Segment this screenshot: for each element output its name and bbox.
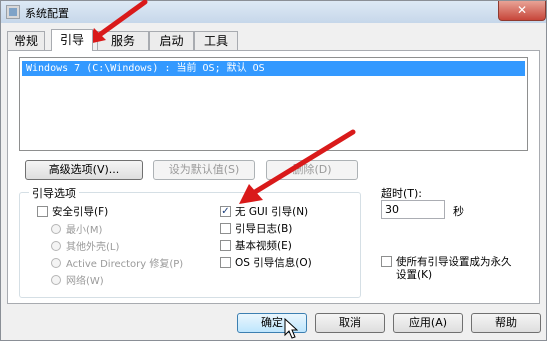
make-permanent-label-line1: 使所有引导设置成为永久 (396, 256, 512, 268)
close-icon: ✕ (516, 3, 528, 17)
tab-general[interactable]: 常规 (7, 31, 45, 50)
tab-services[interactable]: 服务 (97, 31, 149, 50)
checkbox-box (220, 222, 231, 234)
set-default-button[interactable]: 设为默认值(S) (153, 160, 255, 180)
radio-network-label: 网络(W) (66, 276, 104, 287)
boot-options-title: 引导选项 (29, 185, 79, 201)
title-bar: 系统配置 ✕ (1, 1, 546, 23)
checkbox-box (220, 256, 231, 268)
radio-dot (51, 241, 61, 251)
boot-entry-windows7[interactable]: Windows 7 (C:\Windows) : 当前 OS; 默认 OS (22, 61, 525, 76)
delete-button[interactable]: 删除(D) (266, 160, 358, 180)
radio-ad-repair-label: Active Directory 修复(P) (66, 259, 184, 270)
radio-dot (51, 275, 61, 285)
checkmark-icon: ✓ (220, 205, 231, 217)
radio-dot (51, 258, 61, 268)
timeout-unit: 秒 (453, 205, 464, 218)
tab-startup[interactable]: 启动 (149, 31, 194, 50)
base-video-label: 基本视频(E) (235, 240, 292, 252)
mouse-cursor-icon (284, 318, 298, 339)
no-gui-boot-label: 无 GUI 引导(N) (235, 206, 309, 218)
boot-log-checkbox[interactable]: 引导日志(B) (220, 222, 293, 237)
radio-dot (51, 224, 61, 234)
tab-tools[interactable]: 工具 (194, 31, 238, 50)
os-boot-info-label: OS 引导信息(O) (235, 257, 312, 269)
system-config-window: 系统配置 ✕ 常规 引导 服务 启动 工具 Windows 7 (C:\Wind… (0, 0, 547, 341)
radio-minimal-label: 最小(M) (66, 225, 103, 236)
radio-alternate-shell-label: 其他外壳(L) (66, 242, 120, 253)
radio-minimal[interactable]: 最小(M) (51, 224, 102, 238)
advanced-options-button[interactable]: 高级选项(V)... (25, 160, 143, 180)
system-config-icon (6, 5, 20, 19)
make-permanent-checkbox[interactable]: 使所有引导设置成为永久 (381, 255, 512, 270)
checkbox-box (381, 255, 392, 267)
boot-log-label: 引导日志(B) (235, 223, 293, 235)
checkbox-box (37, 205, 48, 217)
make-permanent-label-line2: 设置(K) (396, 269, 433, 281)
radio-alternate-shell[interactable]: 其他外壳(L) (51, 241, 119, 255)
base-video-checkbox[interactable]: 基本视频(E) (220, 239, 292, 254)
timeout-label: 超时(T): (381, 187, 423, 200)
os-boot-info-checkbox[interactable]: OS 引导信息(O) (220, 256, 312, 271)
no-gui-boot-checkbox[interactable]: ✓ 无 GUI 引导(N) (220, 205, 309, 220)
boot-entries-list[interactable]: Windows 7 (C:\Windows) : 当前 OS; 默认 OS (19, 57, 528, 151)
checkbox-box (220, 239, 231, 251)
tab-boot[interactable]: 引导 (51, 29, 93, 51)
window-title: 系统配置 (25, 7, 69, 20)
cancel-button[interactable]: 取消 (315, 313, 385, 333)
radio-ad-repair[interactable]: Active Directory 修复(P) (51, 258, 183, 272)
apply-button[interactable]: 应用(A) (393, 313, 463, 333)
safe-boot-label: 安全引导(F) (52, 206, 109, 218)
safe-boot-checkbox[interactable]: 安全引导(F) (37, 205, 109, 220)
radio-network[interactable]: 网络(W) (51, 275, 104, 289)
close-button[interactable]: ✕ (498, 1, 546, 21)
help-button[interactable]: 帮助 (471, 313, 541, 333)
timeout-input[interactable]: 30 (381, 200, 445, 219)
